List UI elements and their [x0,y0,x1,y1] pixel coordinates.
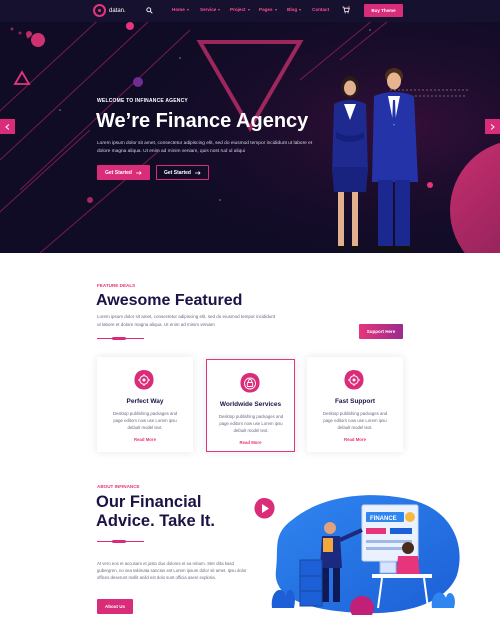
get-started-primary-button[interactable]: Get Started [97,165,150,180]
section-divider [97,337,144,340]
nav-label: Contact [312,7,330,12]
chevron-down-icon [186,8,189,11]
nav-label: Service [200,7,217,12]
play-video-button[interactable] [253,497,276,520]
hero-description: Lorem ipsum dolor sit amet, consectetur … [97,141,313,154]
logo-icon [93,4,106,17]
target-icon [344,370,364,390]
about-kicker: ABOUT INFINANCE [97,484,140,489]
chevron-down-icon [247,8,250,11]
card-title: Perfect Way [126,398,164,405]
slider-next-button[interactable] [485,119,500,134]
hero-section: WELCOME TO INFINANCE AGENCY We’re Financ… [0,0,500,253]
features-title: Awesome Featured [96,292,243,309]
feature-card-perfect-way: Perfect Way Desktop publishing packages … [97,357,193,452]
lock-icon [240,373,260,393]
feature-card-worldwide-services: Worldwide Services Desktop publishing pa… [206,359,295,452]
get-started-secondary-button[interactable]: Get Started [156,165,209,180]
nav-label: Blog [287,7,298,12]
card-text: Desktop publishing packages and page edi… [112,411,178,430]
nav-item-pages[interactable]: Pages [259,7,287,12]
card-title: Fast Support [334,398,376,405]
feature-card-fast-support: Fast Support Desktop publishing packages… [307,357,403,452]
about-title: Our Financial Advice. Take It. [96,493,215,530]
chevron-down-icon [274,8,277,11]
get-started-label: Get Started [164,169,191,176]
features-description: Lorem ipsum dolor sit amet, consectetur … [97,314,276,327]
buy-theme-button[interactable]: Buy Theme [364,4,403,17]
about-description: At vero eos et accusam et justo duo dolo… [97,561,247,580]
logo-text: datan. [109,7,126,14]
search-icon[interactable] [146,7,153,14]
chevron-down-icon [218,8,221,11]
card-title: Worldwide Services [219,401,282,408]
nav-item-blog[interactable]: Blog [287,7,312,12]
features-kicker: FEATURE DEALS [97,283,136,288]
chevron-down-icon [299,8,302,11]
card-text: Desktop publishing packages and page edi… [322,411,388,430]
about-us-button[interactable]: About Us [97,599,133,614]
main-nav: Home Service Project Pages Blog Contact [172,7,340,12]
chevron-left-icon [5,123,10,130]
nav-item-service[interactable]: Service [200,7,230,12]
nav-label: Pages [259,7,273,12]
nav-item-project[interactable]: Project [230,7,259,12]
cart-icon[interactable] [342,6,350,14]
get-started-label: Get Started [105,169,132,176]
slider-prev-button[interactable] [0,119,15,134]
support-here-button[interactable]: Support Here [359,324,403,339]
hero-kicker: WELCOME TO INFINANCE AGENCY [97,98,188,104]
nav-label: Project [230,7,246,12]
chevron-right-icon [490,123,495,130]
section-divider [97,540,144,543]
business-people-image [322,62,422,253]
finance-board-label: FINANCE [370,516,397,522]
nav-item-contact[interactable]: Contact [312,7,340,12]
brand-logo[interactable]: datan. [93,4,126,17]
nav-label: Home [172,7,185,12]
target-icon [134,370,154,390]
nav-item-home[interactable]: Home [172,7,200,12]
read-more-link[interactable]: Read More [97,437,193,442]
finance-illustration [252,490,466,620]
top-navbar: datan. Home Service Project Pages Blog C… [0,0,500,22]
arrow-right-icon [135,170,142,175]
read-more-link[interactable]: Read More [307,437,403,442]
read-more-link[interactable]: Read More [207,440,294,445]
hero-title: We’re Finance Agency [96,110,309,132]
arrow-right-icon [194,170,201,175]
card-text: Desktop publishing packages and page edi… [218,414,284,433]
